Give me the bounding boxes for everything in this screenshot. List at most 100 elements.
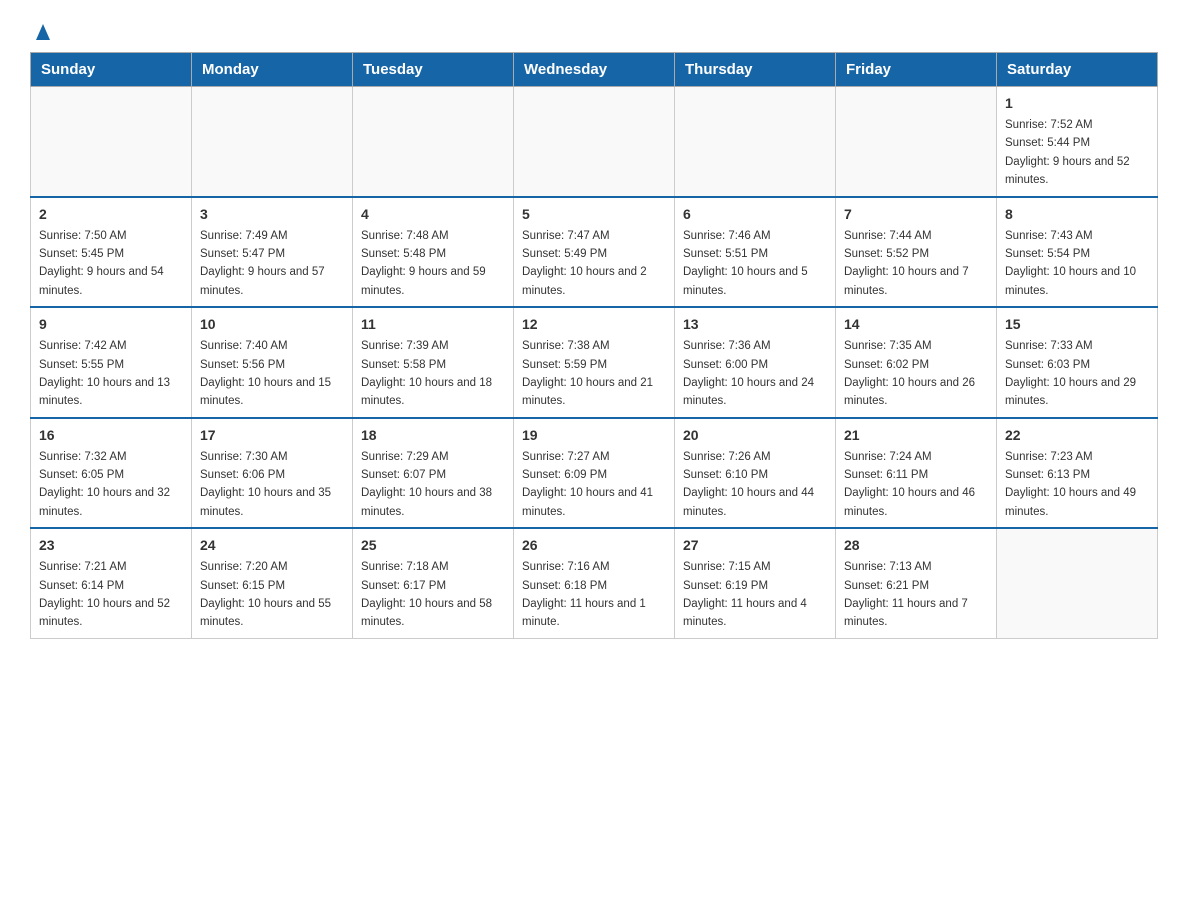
day-info: Sunrise: 7:16 AMSunset: 6:18 PMDaylight:… <box>522 558 666 632</box>
day-info: Sunrise: 7:24 AMSunset: 6:11 PMDaylight:… <box>844 448 988 522</box>
day-info: Sunrise: 7:20 AMSunset: 6:15 PMDaylight:… <box>200 558 344 632</box>
day-number: 10 <box>200 314 344 335</box>
day-info: Sunrise: 7:49 AMSunset: 5:47 PMDaylight:… <box>200 227 344 301</box>
day-info: Sunrise: 7:46 AMSunset: 5:51 PMDaylight:… <box>683 227 827 301</box>
day-number: 6 <box>683 204 827 225</box>
calendar-cell <box>353 87 514 197</box>
day-number: 22 <box>1005 425 1149 446</box>
day-number: 1 <box>1005 93 1149 114</box>
header-friday: Friday <box>836 53 997 87</box>
calendar-week-row: 9Sunrise: 7:42 AMSunset: 5:55 PMDaylight… <box>31 307 1158 418</box>
day-number: 5 <box>522 204 666 225</box>
day-number: 24 <box>200 535 344 556</box>
day-number: 16 <box>39 425 183 446</box>
calendar-cell: 22Sunrise: 7:23 AMSunset: 6:13 PMDayligh… <box>997 418 1158 529</box>
calendar-cell: 9Sunrise: 7:42 AMSunset: 5:55 PMDaylight… <box>31 307 192 418</box>
calendar-cell <box>836 87 997 197</box>
day-number: 25 <box>361 535 505 556</box>
day-info: Sunrise: 7:33 AMSunset: 6:03 PMDaylight:… <box>1005 337 1149 411</box>
calendar-cell: 21Sunrise: 7:24 AMSunset: 6:11 PMDayligh… <box>836 418 997 529</box>
day-number: 15 <box>1005 314 1149 335</box>
calendar-cell <box>31 87 192 197</box>
calendar-cell: 24Sunrise: 7:20 AMSunset: 6:15 PMDayligh… <box>192 528 353 638</box>
calendar-cell: 2Sunrise: 7:50 AMSunset: 5:45 PMDaylight… <box>31 197 192 308</box>
day-number: 7 <box>844 204 988 225</box>
day-info: Sunrise: 7:39 AMSunset: 5:58 PMDaylight:… <box>361 337 505 411</box>
calendar-cell <box>675 87 836 197</box>
logo <box>30 20 54 42</box>
day-number: 21 <box>844 425 988 446</box>
calendar-week-row: 1Sunrise: 7:52 AMSunset: 5:44 PMDaylight… <box>31 87 1158 197</box>
day-number: 20 <box>683 425 827 446</box>
day-number: 23 <box>39 535 183 556</box>
calendar-cell: 15Sunrise: 7:33 AMSunset: 6:03 PMDayligh… <box>997 307 1158 418</box>
calendar-week-row: 16Sunrise: 7:32 AMSunset: 6:05 PMDayligh… <box>31 418 1158 529</box>
calendar-cell: 23Sunrise: 7:21 AMSunset: 6:14 PMDayligh… <box>31 528 192 638</box>
calendar-cell: 13Sunrise: 7:36 AMSunset: 6:00 PMDayligh… <box>675 307 836 418</box>
calendar-table: Sunday Monday Tuesday Wednesday Thursday… <box>30 52 1158 639</box>
day-info: Sunrise: 7:30 AMSunset: 6:06 PMDaylight:… <box>200 448 344 522</box>
day-info: Sunrise: 7:21 AMSunset: 6:14 PMDaylight:… <box>39 558 183 632</box>
calendar-cell <box>514 87 675 197</box>
day-number: 11 <box>361 314 505 335</box>
day-info: Sunrise: 7:48 AMSunset: 5:48 PMDaylight:… <box>361 227 505 301</box>
calendar-cell: 14Sunrise: 7:35 AMSunset: 6:02 PMDayligh… <box>836 307 997 418</box>
day-number: 28 <box>844 535 988 556</box>
day-info: Sunrise: 7:26 AMSunset: 6:10 PMDaylight:… <box>683 448 827 522</box>
calendar-cell: 26Sunrise: 7:16 AMSunset: 6:18 PMDayligh… <box>514 528 675 638</box>
calendar-cell: 4Sunrise: 7:48 AMSunset: 5:48 PMDaylight… <box>353 197 514 308</box>
day-number: 19 <box>522 425 666 446</box>
calendar-cell <box>997 528 1158 638</box>
calendar-week-row: 23Sunrise: 7:21 AMSunset: 6:14 PMDayligh… <box>31 528 1158 638</box>
day-info: Sunrise: 7:29 AMSunset: 6:07 PMDaylight:… <box>361 448 505 522</box>
header-tuesday: Tuesday <box>353 53 514 87</box>
calendar-header-row: Sunday Monday Tuesday Wednesday Thursday… <box>31 53 1158 87</box>
calendar-cell: 5Sunrise: 7:47 AMSunset: 5:49 PMDaylight… <box>514 197 675 308</box>
day-info: Sunrise: 7:32 AMSunset: 6:05 PMDaylight:… <box>39 448 183 522</box>
page-header <box>30 20 1158 42</box>
calendar-cell: 3Sunrise: 7:49 AMSunset: 5:47 PMDaylight… <box>192 197 353 308</box>
calendar-cell: 28Sunrise: 7:13 AMSunset: 6:21 PMDayligh… <box>836 528 997 638</box>
day-info: Sunrise: 7:47 AMSunset: 5:49 PMDaylight:… <box>522 227 666 301</box>
calendar-cell: 6Sunrise: 7:46 AMSunset: 5:51 PMDaylight… <box>675 197 836 308</box>
day-number: 27 <box>683 535 827 556</box>
day-info: Sunrise: 7:36 AMSunset: 6:00 PMDaylight:… <box>683 337 827 411</box>
calendar-cell: 27Sunrise: 7:15 AMSunset: 6:19 PMDayligh… <box>675 528 836 638</box>
day-number: 18 <box>361 425 505 446</box>
day-info: Sunrise: 7:52 AMSunset: 5:44 PMDaylight:… <box>1005 116 1149 190</box>
day-number: 13 <box>683 314 827 335</box>
day-number: 3 <box>200 204 344 225</box>
day-number: 14 <box>844 314 988 335</box>
day-info: Sunrise: 7:18 AMSunset: 6:17 PMDaylight:… <box>361 558 505 632</box>
header-sunday: Sunday <box>31 53 192 87</box>
calendar-cell: 18Sunrise: 7:29 AMSunset: 6:07 PMDayligh… <box>353 418 514 529</box>
day-number: 4 <box>361 204 505 225</box>
day-info: Sunrise: 7:42 AMSunset: 5:55 PMDaylight:… <box>39 337 183 411</box>
calendar-week-row: 2Sunrise: 7:50 AMSunset: 5:45 PMDaylight… <box>31 197 1158 308</box>
calendar-cell: 25Sunrise: 7:18 AMSunset: 6:17 PMDayligh… <box>353 528 514 638</box>
day-info: Sunrise: 7:35 AMSunset: 6:02 PMDaylight:… <box>844 337 988 411</box>
day-info: Sunrise: 7:38 AMSunset: 5:59 PMDaylight:… <box>522 337 666 411</box>
calendar-cell: 17Sunrise: 7:30 AMSunset: 6:06 PMDayligh… <box>192 418 353 529</box>
calendar-cell: 7Sunrise: 7:44 AMSunset: 5:52 PMDaylight… <box>836 197 997 308</box>
calendar-cell: 20Sunrise: 7:26 AMSunset: 6:10 PMDayligh… <box>675 418 836 529</box>
day-number: 9 <box>39 314 183 335</box>
calendar-cell <box>192 87 353 197</box>
header-wednesday: Wednesday <box>514 53 675 87</box>
header-monday: Monday <box>192 53 353 87</box>
day-info: Sunrise: 7:44 AMSunset: 5:52 PMDaylight:… <box>844 227 988 301</box>
day-info: Sunrise: 7:15 AMSunset: 6:19 PMDaylight:… <box>683 558 827 632</box>
day-info: Sunrise: 7:13 AMSunset: 6:21 PMDaylight:… <box>844 558 988 632</box>
day-info: Sunrise: 7:50 AMSunset: 5:45 PMDaylight:… <box>39 227 183 301</box>
day-number: 26 <box>522 535 666 556</box>
calendar-cell: 12Sunrise: 7:38 AMSunset: 5:59 PMDayligh… <box>514 307 675 418</box>
header-thursday: Thursday <box>675 53 836 87</box>
day-info: Sunrise: 7:40 AMSunset: 5:56 PMDaylight:… <box>200 337 344 411</box>
logo-triangle-icon <box>32 20 54 42</box>
calendar-cell: 8Sunrise: 7:43 AMSunset: 5:54 PMDaylight… <box>997 197 1158 308</box>
day-info: Sunrise: 7:23 AMSunset: 6:13 PMDaylight:… <box>1005 448 1149 522</box>
calendar-cell: 19Sunrise: 7:27 AMSunset: 6:09 PMDayligh… <box>514 418 675 529</box>
calendar-cell: 16Sunrise: 7:32 AMSunset: 6:05 PMDayligh… <box>31 418 192 529</box>
calendar-cell: 11Sunrise: 7:39 AMSunset: 5:58 PMDayligh… <box>353 307 514 418</box>
header-saturday: Saturday <box>997 53 1158 87</box>
